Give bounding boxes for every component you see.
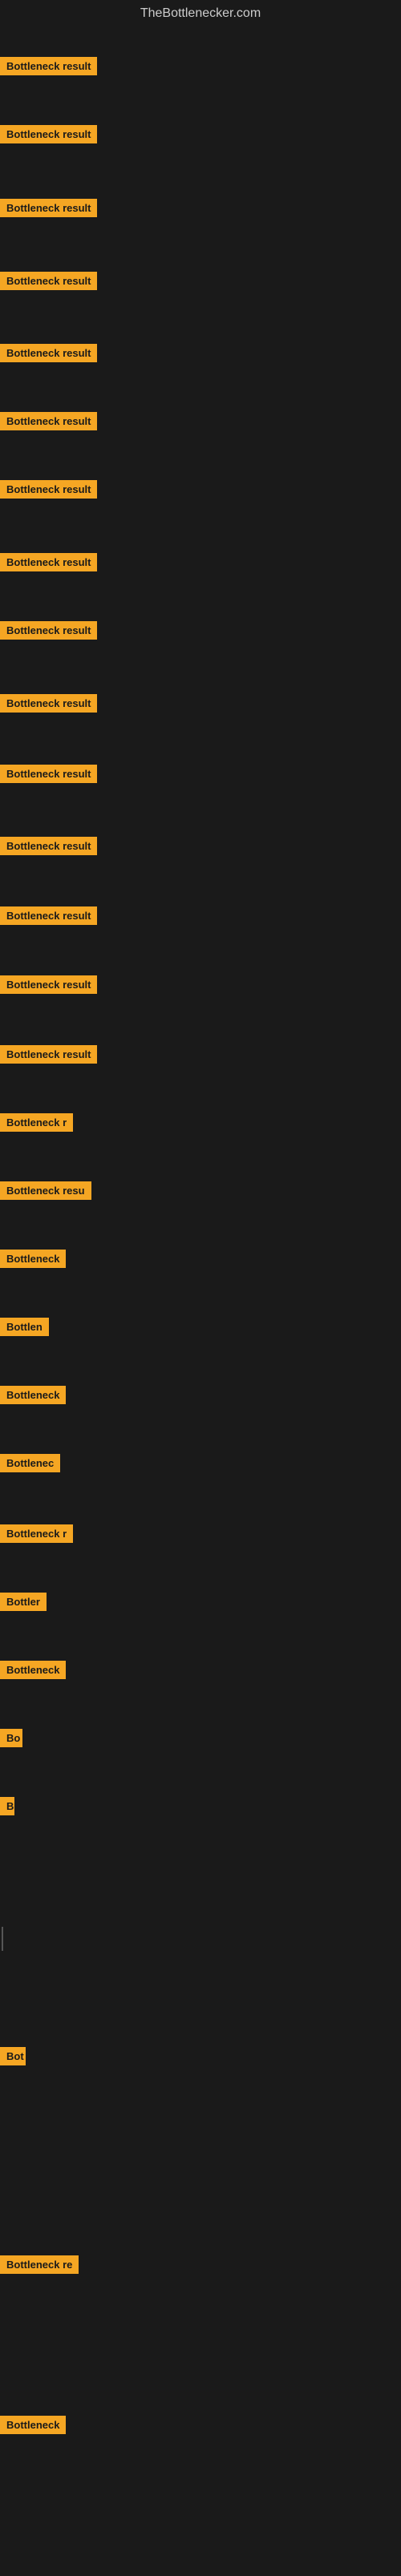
bottleneck-label: Bottleneck result (0, 906, 97, 925)
bottleneck-result-item: Bottleneck resu (0, 1181, 91, 1204)
bottleneck-label: Bottleneck (0, 1250, 66, 1268)
bottleneck-result-item: Bottleneck result (0, 837, 97, 859)
bottleneck-result-item: Bottleneck re (0, 2255, 79, 2278)
bottleneck-label: Bottleneck result (0, 272, 97, 290)
bottleneck-label: Bottleneck r (0, 1113, 73, 1132)
bottleneck-label: Bot (0, 2047, 26, 2065)
bottleneck-label: Bottleneck result (0, 57, 97, 75)
bottleneck-result-item: Bottleneck r (0, 1113, 73, 1136)
bottleneck-result-item: Bottleneck result (0, 199, 97, 221)
bottleneck-label: Bottleneck result (0, 1045, 97, 1064)
bottleneck-result-item: Bo (0, 1729, 22, 1751)
bottleneck-result-item: Bottleneck (0, 1386, 66, 1408)
bottleneck-label: Bottleneck (0, 1386, 66, 1404)
bottleneck-result-item: Bottleneck result (0, 412, 97, 434)
bottleneck-label: Bottleneck r (0, 1524, 73, 1543)
bottleneck-label: B (0, 1797, 14, 1815)
bottleneck-result-item: Bot (0, 2047, 26, 2069)
bottleneck-label: Bottleneck result (0, 975, 97, 994)
bottleneck-label: Bottleneck (0, 2416, 66, 2434)
bottleneck-label: Bottleneck result (0, 199, 97, 217)
bottleneck-label: Bottleneck (0, 1661, 66, 1679)
bottleneck-result-item: Bottleneck result (0, 1045, 97, 1068)
bottleneck-result-item: Bottleneck result (0, 272, 97, 294)
site-title: TheBottlenecker.com (0, 0, 401, 27)
bottleneck-result-item: Bottleneck result (0, 694, 97, 717)
bottleneck-result-item: Bottleneck r (0, 1524, 73, 1547)
bottleneck-label: Bottleneck result (0, 125, 97, 143)
bottleneck-label: Bottleneck result (0, 412, 97, 430)
bottleneck-label: Bottlenec (0, 1454, 60, 1472)
bottleneck-result-item: Bottleneck (0, 1661, 66, 1683)
bottleneck-result-item: Bottler (0, 1593, 47, 1615)
bottleneck-label: Bottleneck re (0, 2255, 79, 2274)
bottleneck-result-item: Bottleneck result (0, 344, 97, 366)
bottleneck-label: Bottleneck result (0, 837, 97, 855)
bottleneck-result-item: Bottlenec (0, 1454, 60, 1476)
bottleneck-label: Bottleneck result (0, 553, 97, 571)
bottleneck-result-item: Bottleneck result (0, 906, 97, 929)
bottleneck-label: Bottleneck result (0, 694, 97, 713)
bottleneck-label: Bottleneck result (0, 480, 97, 499)
bottleneck-label: Bo (0, 1729, 22, 1747)
bottleneck-label: Bottleneck resu (0, 1181, 91, 1200)
bottleneck-result-item: Bottleneck result (0, 125, 97, 147)
bottleneck-result-item: Bottleneck result (0, 57, 97, 79)
bottleneck-label: Bottler (0, 1593, 47, 1611)
bottleneck-result-item: Bottleneck result (0, 975, 97, 998)
bottleneck-label: Bottlen (0, 1318, 49, 1336)
bottleneck-result-item: Bottleneck (0, 2416, 66, 2438)
bottleneck-result-item: B (0, 1797, 14, 1819)
bottleneck-label: Bottleneck result (0, 621, 97, 640)
vertical-line (2, 1927, 3, 1951)
bottleneck-result-item: Bottleneck (0, 1250, 66, 1272)
bottleneck-result-item: Bottleneck result (0, 621, 97, 644)
bottleneck-label: Bottleneck result (0, 765, 97, 783)
bottleneck-result-item: Bottlen (0, 1318, 49, 1340)
bottleneck-result-item: Bottleneck result (0, 480, 97, 503)
bottleneck-result-item: Bottleneck result (0, 553, 97, 575)
bottleneck-label: Bottleneck result (0, 344, 97, 362)
bottleneck-result-item: Bottleneck result (0, 765, 97, 787)
